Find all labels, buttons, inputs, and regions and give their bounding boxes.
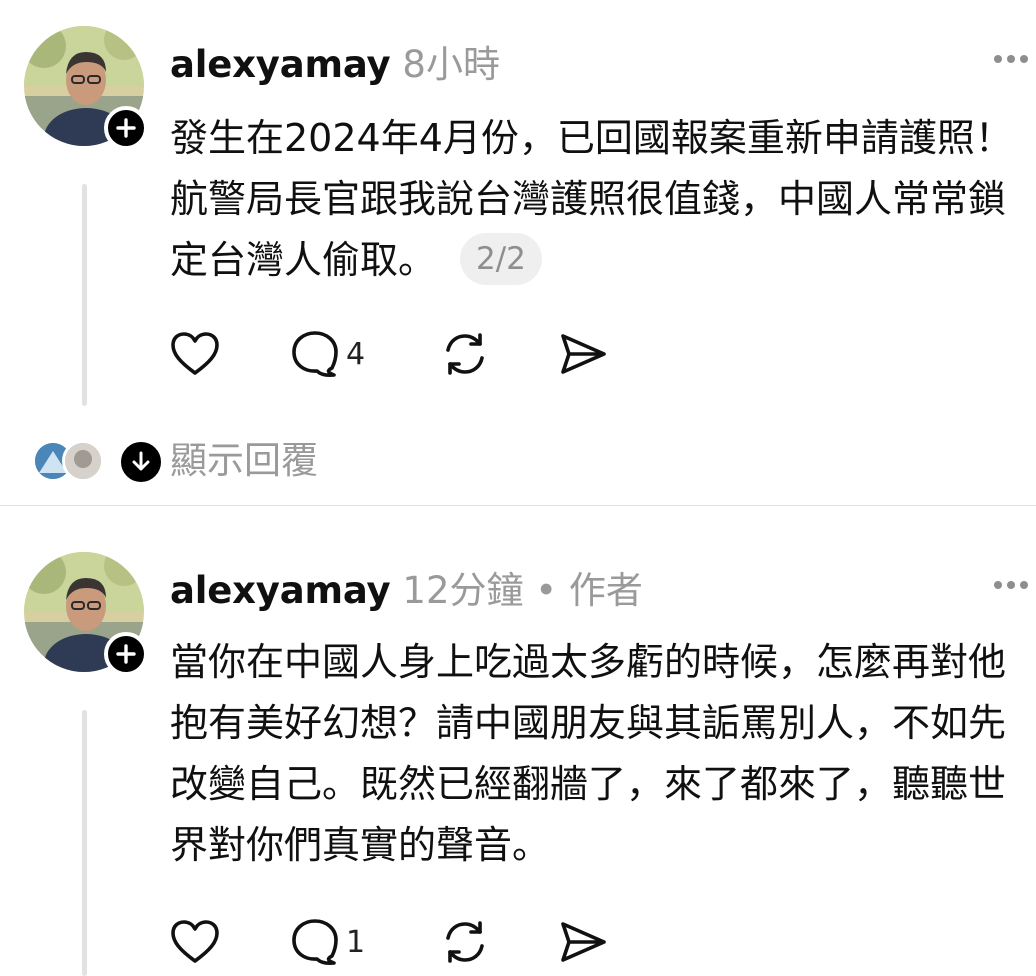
like-button[interactable] (170, 330, 290, 378)
comment-button[interactable]: 4 (290, 330, 440, 378)
thread-line (82, 710, 87, 976)
comment-icon (292, 919, 338, 965)
post-text-content: 發生在2024年4月份，已回國報案重新申請護照！航警局長官跟我說台灣護照很值錢，… (170, 116, 1013, 282)
post-1: alexyamay 8小時 發生在2024年4月份，已回國報案重新申請護照！航警… (0, 0, 1036, 505)
timestamp: 8小時 (402, 43, 500, 86)
post-header: alexyamay 8小時 (170, 34, 500, 86)
expand-replies (118, 439, 164, 485)
repost-icon (446, 333, 484, 375)
username[interactable]: alexyamay (170, 43, 391, 86)
heart-icon (171, 332, 219, 375)
more-icon (994, 581, 1028, 589)
more-button[interactable] (992, 576, 1030, 589)
post-text-content: 當你在中國人身上吃過太多虧的時候，怎麼再對他抱有美好幻想？請中國朋友與其詬罵別人… (170, 640, 1007, 867)
share-icon (561, 334, 606, 374)
post-text: 發生在2024年4月份，已回國報案重新申請護照！航警局長官跟我說台灣護照很值錢，… (170, 108, 1020, 291)
post-header: alexyamay 12分鐘 • 作者 (170, 560, 643, 612)
like-button[interactable] (170, 918, 290, 966)
reply-count: 4 (346, 336, 366, 372)
post-text: 當你在中國人身上吃過太多虧的時候，怎麼再對他抱有美好幻想？請中國朋友與其詬罵別人… (170, 632, 1015, 876)
reply-avatar (62, 440, 104, 482)
show-replies-label[interactable]: 顯示回覆 (170, 436, 318, 486)
timestamp: 12分鐘 • 作者 (402, 569, 643, 612)
action-bar: 4 (170, 330, 618, 378)
page-indicator: 2/2 (460, 233, 542, 285)
share-button[interactable] (558, 918, 618, 966)
repost-icon (446, 921, 484, 963)
share-icon (561, 922, 606, 962)
follow-button[interactable] (104, 632, 148, 676)
follow-button[interactable] (104, 106, 148, 150)
more-icon (994, 55, 1028, 63)
more-button[interactable] (992, 50, 1030, 63)
reply-count: 1 (346, 924, 366, 960)
comment-icon (292, 331, 338, 377)
repost-button[interactable] (440, 918, 558, 966)
plus-icon (116, 644, 136, 664)
action-bar: 1 (170, 918, 618, 966)
post-2: alexyamay 12分鐘 • 作者 當你在中國人身上吃過太多虧的時候，怎麼再… (0, 506, 1036, 976)
repost-button[interactable] (440, 330, 558, 378)
plus-icon (116, 118, 136, 138)
heart-icon (171, 920, 219, 963)
comment-button[interactable]: 1 (290, 918, 440, 966)
share-button[interactable] (558, 330, 618, 378)
thread-line (82, 184, 87, 406)
username[interactable]: alexyamay (170, 569, 391, 612)
arrow-down-icon (132, 451, 150, 471)
